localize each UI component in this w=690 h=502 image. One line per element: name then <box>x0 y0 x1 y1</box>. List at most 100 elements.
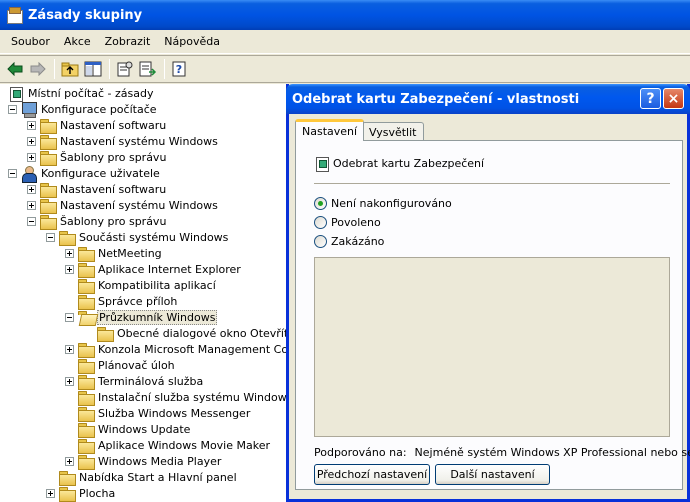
expand-icon[interactable] <box>65 248 74 258</box>
expand-icon[interactable] <box>65 264 74 274</box>
tree-item-label: Konfigurace uživatele <box>41 166 160 180</box>
collapse-icon[interactable] <box>8 104 17 114</box>
tree-item[interactable]: Šablony pro správu <box>27 149 167 166</box>
tree-item[interactable]: Nastavení systému Windows <box>27 133 219 150</box>
dialog-title-bar[interactable]: Odebrat kartu Zabezpečení - vlastnosti ?… <box>286 84 690 114</box>
tree-item[interactable]: Součásti systému Windows <box>46 229 229 246</box>
menu-akce[interactable]: Akce <box>57 33 98 50</box>
folder-icon <box>59 486 76 502</box>
collapse-icon[interactable] <box>46 232 55 242</box>
export-list-button[interactable] <box>137 58 159 80</box>
menu-napoveda[interactable]: Nápověda <box>157 33 227 50</box>
collapse-icon[interactable] <box>8 168 17 178</box>
radio-enabled[interactable]: Povoleno <box>314 216 381 229</box>
toolbar-separator <box>54 59 55 79</box>
tree-item-label: Místní počítač - zásady <box>28 86 154 100</box>
tree-item[interactable]: Konfigurace uživatele <box>8 165 161 183</box>
menu-soubor[interactable]: Soubor <box>4 33 57 50</box>
expand-icon[interactable] <box>65 456 74 466</box>
expand-icon[interactable] <box>27 152 36 162</box>
radio-button[interactable] <box>314 197 327 210</box>
radio-label: Povoleno <box>331 216 381 229</box>
expand-icon[interactable] <box>27 136 36 146</box>
tree-item[interactable]: Plánovač úloh <box>65 357 176 374</box>
radio-disabled[interactable]: Zakázáno <box>314 235 384 248</box>
tree-item-label: Součásti systému Windows <box>79 230 229 244</box>
tree-item[interactable]: Terminálová služba <box>65 373 204 390</box>
collapse-icon[interactable] <box>27 216 36 226</box>
menu-zobrazit[interactable]: Zobrazit <box>98 33 158 50</box>
tree-item-label: Windows Update <box>98 422 191 436</box>
dialog-close-button[interactable]: × <box>663 88 684 109</box>
folder-icon <box>78 278 95 294</box>
tree-item[interactable]: Kompatibilita aplikací <box>65 277 217 294</box>
group-policy-app-icon <box>6 7 23 24</box>
tree-item[interactable]: Windows Media Player <box>65 453 222 470</box>
up-level-button[interactable] <box>59 58 81 80</box>
radio-button[interactable] <box>314 235 327 248</box>
tree-item[interactable]: Služba Windows Messenger <box>65 405 251 422</box>
tree-item-label: Průzkumník Windows <box>97 309 218 325</box>
tree-item[interactable]: Aplikace Windows Movie Maker <box>65 437 271 454</box>
forward-arrow-icon <box>30 62 46 76</box>
tree-item-label: Šablony pro správu <box>60 214 167 228</box>
expand-icon[interactable] <box>27 120 36 130</box>
policy-icon <box>8 86 24 102</box>
tab-nastaveni[interactable]: Nastavení <box>295 119 365 141</box>
tree-item[interactable]: Obecné dialogové okno Otevřít so <box>84 325 288 342</box>
tree-item-label: Windows Media Player <box>98 454 222 468</box>
show-hide-tree-icon <box>84 61 102 77</box>
tab-vysvetlit[interactable]: Vysvětlit <box>362 122 424 141</box>
menu-bar: Soubor Akce Zobrazit Nápověda <box>0 30 690 54</box>
tree-item[interactable]: Šablony pro správu <box>27 213 167 230</box>
supported-value: Nejméně systém Windows XP Professional n… <box>414 446 690 459</box>
dialog-help-button[interactable]: ? <box>640 88 661 109</box>
expand-icon[interactable] <box>46 488 55 498</box>
back-button[interactable] <box>4 58 26 80</box>
policy-tree[interactable]: Místní počítač - zásady Konfigurace počít… <box>0 84 288 502</box>
folder-open-icon <box>78 310 94 324</box>
collapse-icon[interactable] <box>65 312 74 322</box>
expand-icon[interactable] <box>65 344 74 354</box>
radio-not-configured[interactable]: Není nakonfigurováno <box>314 197 452 210</box>
tree-item[interactable]: NetMeeting <box>65 245 163 262</box>
properties-button[interactable] <box>114 58 136 80</box>
tree-item[interactable]: Instalační služba systému Windows <box>65 389 288 406</box>
tree-item[interactable]: Konzola Microsoft Management Consol <box>65 341 288 358</box>
expand-icon[interactable] <box>27 184 36 194</box>
tree-item[interactable]: Nastavení softwaru <box>27 117 167 134</box>
radio-button[interactable] <box>314 216 327 229</box>
folder-icon <box>78 406 95 422</box>
folder-icon <box>78 358 95 374</box>
main-title-bar[interactable]: Zásady skupiny <box>0 0 690 30</box>
next-setting-button[interactable]: Další nastavení <box>435 464 550 485</box>
tree-item-label: NetMeeting <box>98 246 162 260</box>
setting-description-box <box>314 257 670 437</box>
tree-item-label: Obecné dialogové okno Otevřít so <box>117 326 288 340</box>
tree-item[interactable]: Průzkumník Windows <box>65 309 218 325</box>
folder-icon <box>40 118 57 134</box>
expand-icon[interactable] <box>65 376 74 386</box>
previous-setting-button[interactable]: Předchozí nastavení <box>314 464 430 485</box>
tree-item-label: Kompatibilita aplikací <box>98 278 216 292</box>
help-button[interactable]: ? <box>169 58 191 80</box>
expand-icon[interactable] <box>27 200 36 210</box>
tree-item[interactable]: Windows Update <box>65 421 191 438</box>
tree-item[interactable]: Konfigurace počítače <box>8 101 158 118</box>
tree-item[interactable]: Nastavení systému Windows <box>27 197 219 214</box>
folder-icon <box>78 342 95 358</box>
folder-icon <box>97 326 114 342</box>
folder-icon <box>78 422 95 438</box>
properties-icon <box>117 61 133 77</box>
tree-item[interactable]: Aplikace Internet Explorer <box>65 261 242 278</box>
tree-item-label: Nastavení softwaru <box>60 182 167 196</box>
tree-item[interactable]: Plocha <box>46 485 116 502</box>
folder-icon <box>78 374 95 390</box>
tree-item[interactable]: Správce příloh <box>65 293 178 310</box>
tree-item[interactable]: Místní počítač - zásady <box>8 85 154 102</box>
tree-item[interactable]: Nabídka Start a Hlavní panel <box>46 469 238 486</box>
tree-item[interactable]: Nastavení softwaru <box>27 181 167 198</box>
radio-label: Není nakonfigurováno <box>331 197 452 210</box>
show-hide-tree-button[interactable] <box>82 58 104 80</box>
forward-button[interactable] <box>27 58 49 80</box>
